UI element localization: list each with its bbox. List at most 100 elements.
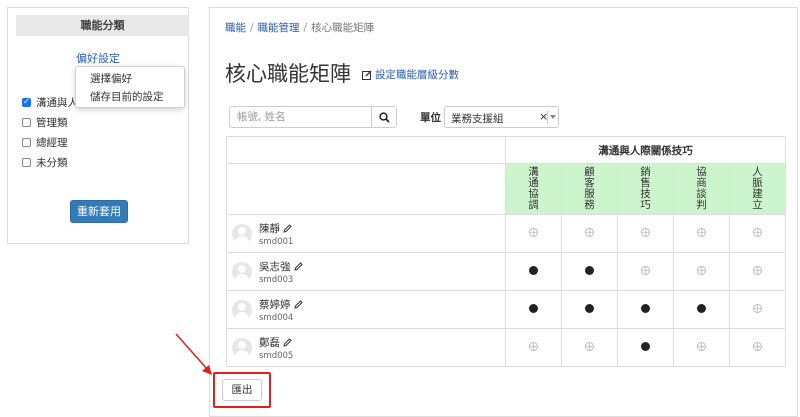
checkbox[interactable]	[22, 157, 31, 167]
skill-header: 溝通協調	[505, 163, 562, 215]
level-cell[interactable]	[729, 328, 786, 367]
pencil-icon[interactable]	[293, 300, 303, 309]
skill-header: 銷售技巧	[617, 163, 674, 215]
select-divider	[547, 111, 548, 124]
person-name: 吳志強	[259, 259, 303, 274]
breadcrumb-current: 核心職能矩陣	[311, 22, 375, 34]
table-row: 鄭磊 smd005	[226, 328, 786, 367]
person-cell: 吳志強 smd003	[226, 252, 506, 291]
empty-level-icon	[585, 228, 594, 237]
avatar-icon	[232, 300, 252, 320]
level-cell[interactable]	[505, 328, 562, 367]
level-cell[interactable]	[673, 328, 730, 367]
empty-level-icon	[529, 342, 538, 351]
avatar-icon	[232, 338, 252, 358]
filled-level-icon	[641, 342, 650, 351]
level-cell[interactable]	[617, 214, 674, 253]
pencil-icon[interactable]	[283, 338, 292, 347]
level-cell[interactable]	[561, 290, 618, 329]
level-cell[interactable]	[673, 252, 730, 291]
empty-level-icon	[641, 228, 650, 237]
level-cell[interactable]	[729, 290, 786, 329]
person-id: smd001	[259, 237, 294, 247]
filled-level-icon	[697, 304, 706, 313]
empty-level-icon	[697, 228, 706, 237]
level-cell[interactable]	[505, 290, 562, 329]
category-panel: 職能分類 偏好設定 ✓ 溝通與人際 管理類 總經理 未分類 重新套用	[7, 7, 189, 244]
preference-dropdown-menu: 選擇偏好 儲存目前的設定	[75, 66, 185, 108]
person-cell: 蔡婷婷 smd004	[226, 290, 506, 329]
empty-level-icon	[529, 228, 538, 237]
reapply-button[interactable]: 重新套用	[70, 200, 128, 223]
corner-cell	[226, 136, 506, 164]
level-cell[interactable]	[729, 252, 786, 291]
filled-level-icon	[585, 304, 594, 313]
person-name: 蔡婷婷	[259, 297, 303, 312]
competency-matrix-table: 溝通與人際關係技巧 溝通協調 顧客服務 銷售技巧 協商談判 人脈建立 陳靜 sm…	[226, 136, 786, 367]
skill-header: 協商談判	[673, 163, 730, 215]
filled-level-icon	[529, 266, 538, 275]
level-link-label: 設定職能層級分數	[375, 69, 459, 81]
edit-icon	[362, 70, 372, 80]
person-name: 陳靜	[259, 221, 292, 236]
table-row: 吳志強 smd003	[226, 252, 786, 291]
checkbox[interactable]	[22, 137, 31, 147]
table-row: 蔡婷婷 smd004	[226, 290, 786, 329]
level-cell[interactable]	[505, 252, 562, 291]
filled-level-icon	[585, 266, 594, 275]
level-cell[interactable]	[673, 290, 730, 329]
competency-group-header: 溝通與人際關係技巧	[505, 136, 786, 164]
empty-level-icon	[753, 342, 762, 351]
unit-select-value: 業務支援組	[451, 113, 504, 125]
unit-select[interactable]: 業務支援組 ×	[444, 106, 559, 128]
set-level-score-link[interactable]: 設定職能層級分數	[362, 67, 459, 82]
breadcrumb-item[interactable]: 職能	[225, 22, 246, 34]
filter-label: 總經理	[36, 136, 68, 149]
blank-header-cell	[226, 163, 506, 215]
menu-item-save-settings[interactable]: 儲存目前的設定	[90, 89, 164, 104]
empty-level-icon	[641, 266, 650, 275]
search-button[interactable]	[371, 106, 397, 128]
level-cell[interactable]	[505, 214, 562, 253]
annotation-arrow-icon	[175, 333, 212, 375]
chevron-down-icon[interactable]	[550, 115, 556, 119]
level-cell[interactable]	[729, 214, 786, 253]
empty-level-icon	[753, 228, 762, 237]
filter-item-uncategorized[interactable]: 未分類	[22, 152, 89, 172]
breadcrumb: 職能 / 職能管理 / 核心職能矩陣	[225, 22, 375, 34]
checkbox[interactable]: ✓	[22, 97, 31, 107]
level-cell[interactable]	[561, 328, 618, 367]
filled-level-icon	[529, 304, 538, 313]
export-button[interactable]: 匯出	[222, 379, 262, 401]
empty-level-icon	[753, 304, 762, 313]
empty-level-icon	[753, 266, 762, 275]
level-cell[interactable]	[561, 252, 618, 291]
filter-label: 未分類	[36, 156, 68, 169]
person-cell: 鄭磊 smd005	[226, 328, 506, 367]
search-input[interactable]	[229, 106, 372, 128]
level-cell[interactable]	[617, 290, 674, 329]
table-row: 陳靜 smd001	[226, 214, 786, 253]
pencil-icon[interactable]	[283, 224, 292, 233]
level-cell[interactable]	[617, 252, 674, 291]
pencil-icon[interactable]	[293, 262, 303, 271]
skill-header: 人脈建立	[729, 163, 786, 215]
main-panel: 職能/職能管理/核心職能矩陣 核心職能矩陣 設定職能層級分數 單位 業務支援組 …	[209, 7, 798, 417]
person-id: smd004	[259, 313, 294, 323]
filter-label: 管理類	[36, 116, 68, 129]
search-icon	[378, 111, 390, 123]
empty-level-icon	[697, 266, 706, 275]
preference-link[interactable]: 偏好設定	[8, 50, 188, 66]
level-cell[interactable]	[561, 214, 618, 253]
level-cell[interactable]	[673, 214, 730, 253]
filter-item-management[interactable]: 管理類	[22, 112, 89, 132]
filter-item-general-manager[interactable]: 總經理	[22, 132, 89, 152]
person-name: 鄭磊	[259, 335, 292, 350]
filled-level-icon	[641, 304, 650, 313]
empty-level-icon	[585, 342, 594, 351]
avatar-icon	[232, 224, 252, 244]
level-cell[interactable]	[617, 328, 674, 367]
menu-item-select-preference[interactable]: 選擇偏好	[90, 71, 132, 86]
breadcrumb-item[interactable]: 職能管理	[258, 22, 300, 34]
checkbox[interactable]	[22, 117, 31, 127]
